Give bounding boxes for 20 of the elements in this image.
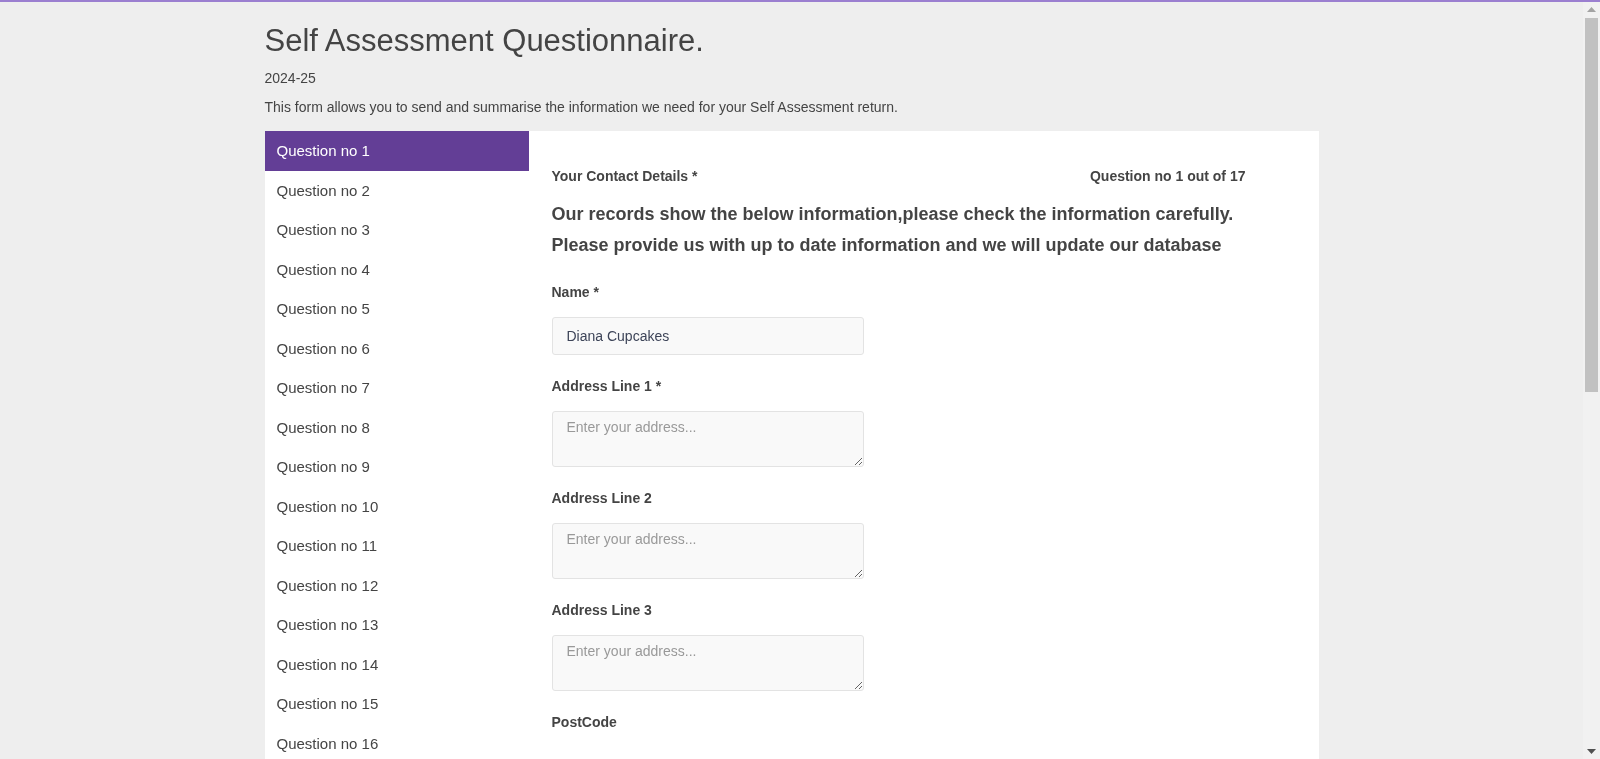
name-field[interactable]: Diana Cupcakes [551, 317, 864, 355]
field-label: PostCode [551, 713, 618, 731]
intro-text: Our records show the below information,please check the information carefully. [551, 203, 1235, 226]
scroll-up-icon[interactable] [1587, 7, 1596, 12]
address-field[interactable]: Enter your address... [551, 411, 864, 467]
address-field[interactable]: Enter your address... [551, 635, 864, 691]
scroll-thumb[interactable] [1585, 18, 1598, 392]
section-title: Your Contact Details * [551, 167, 698, 185]
field-label: Name * [551, 283, 600, 301]
intro-text: Please provide us with up to date information and we will update our database [551, 234, 1223, 257]
field-label: Address Line 2 [551, 489, 653, 507]
address-field[interactable]: Enter your address... [551, 523, 864, 579]
question-count-text: Question no 1 out of 17 [1089, 167, 1246, 185]
sidebar-item[interactable]: Question no 1 [264, 131, 529, 171]
page-title: Self Assessment Questionnaire. [264, 22, 705, 60]
tax-year: 2024-25 [264, 69, 317, 87]
scroll-down-icon[interactable] [1587, 749, 1596, 754]
form-description: This form allows you to send and summarise the information we need for your Self Assessment return. [264, 98, 899, 116]
field-label: Address Line 1 * [551, 377, 663, 395]
field-label: Address Line 3 [551, 601, 653, 619]
